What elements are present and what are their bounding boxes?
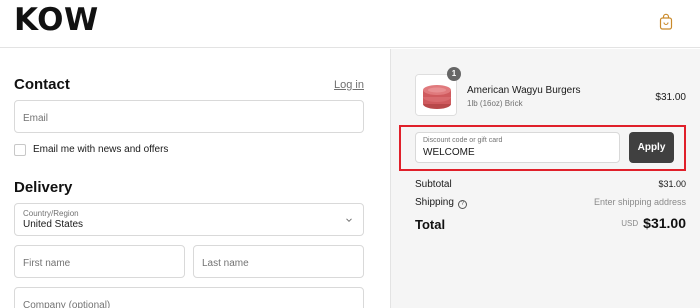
contact-heading: Contact [14, 76, 70, 93]
apply-button[interactable]: Apply [629, 132, 674, 163]
total-value: $31.00 [643, 215, 686, 231]
shipping-value: Enter shipping address [593, 197, 686, 207]
first-name-field[interactable]: First name [14, 245, 185, 278]
last-name-placeholder: Last name [202, 258, 249, 269]
total-amount: USD $31.00 [621, 215, 686, 233]
email-field[interactable]: Email [14, 100, 364, 133]
total-label: Total [415, 217, 446, 232]
checkout-form: Contact Log in Email Email me with news … [0, 49, 389, 308]
site-header: KOW [0, 0, 700, 48]
company-placeholder: Company (optional) [23, 300, 111, 308]
subtotal-value: $31.00 [658, 179, 686, 189]
shipping-label: Shipping [415, 197, 454, 208]
email-placeholder: Email [23, 113, 49, 124]
help-icon[interactable]: ? [457, 200, 467, 209]
shopping-bag-icon[interactable] [657, 13, 675, 31]
order-summary: 1 American Wagyu Burgers 1lb (16oz) Bric… [390, 49, 700, 308]
product-price: $31.00 [655, 92, 686, 103]
shipping-row: Shipping? [415, 197, 467, 209]
brand-logo[interactable]: KOW [14, 3, 99, 37]
product-variant: 1lb (16oz) Brick [467, 99, 523, 108]
delivery-heading: Delivery [14, 179, 73, 196]
discount-code-field[interactable]: Discount code or gift card WELCOME [415, 132, 620, 163]
discount-label: Discount code or gift card [423, 137, 503, 144]
first-name-placeholder: First name [23, 258, 71, 269]
discount-value: WELCOME [423, 147, 475, 158]
company-field[interactable]: Company (optional) [14, 287, 364, 308]
login-link[interactable]: Log in [334, 79, 364, 91]
newsletter-label: Email me with news and offers [33, 144, 169, 155]
newsletter-checkbox[interactable] [14, 144, 26, 156]
chevron-down-icon [346, 218, 352, 223]
quantity-badge: 1 [447, 67, 461, 81]
subtotal-label: Subtotal [415, 179, 452, 190]
country-label: Country/Region [23, 209, 79, 218]
product-name: American Wagyu Burgers [467, 85, 581, 96]
burger-patties-image [416, 75, 456, 115]
last-name-field[interactable]: Last name [193, 245, 364, 278]
currency-code: USD [621, 219, 639, 228]
country-value: United States [23, 219, 84, 230]
country-select[interactable]: Country/Region United States [14, 203, 364, 236]
